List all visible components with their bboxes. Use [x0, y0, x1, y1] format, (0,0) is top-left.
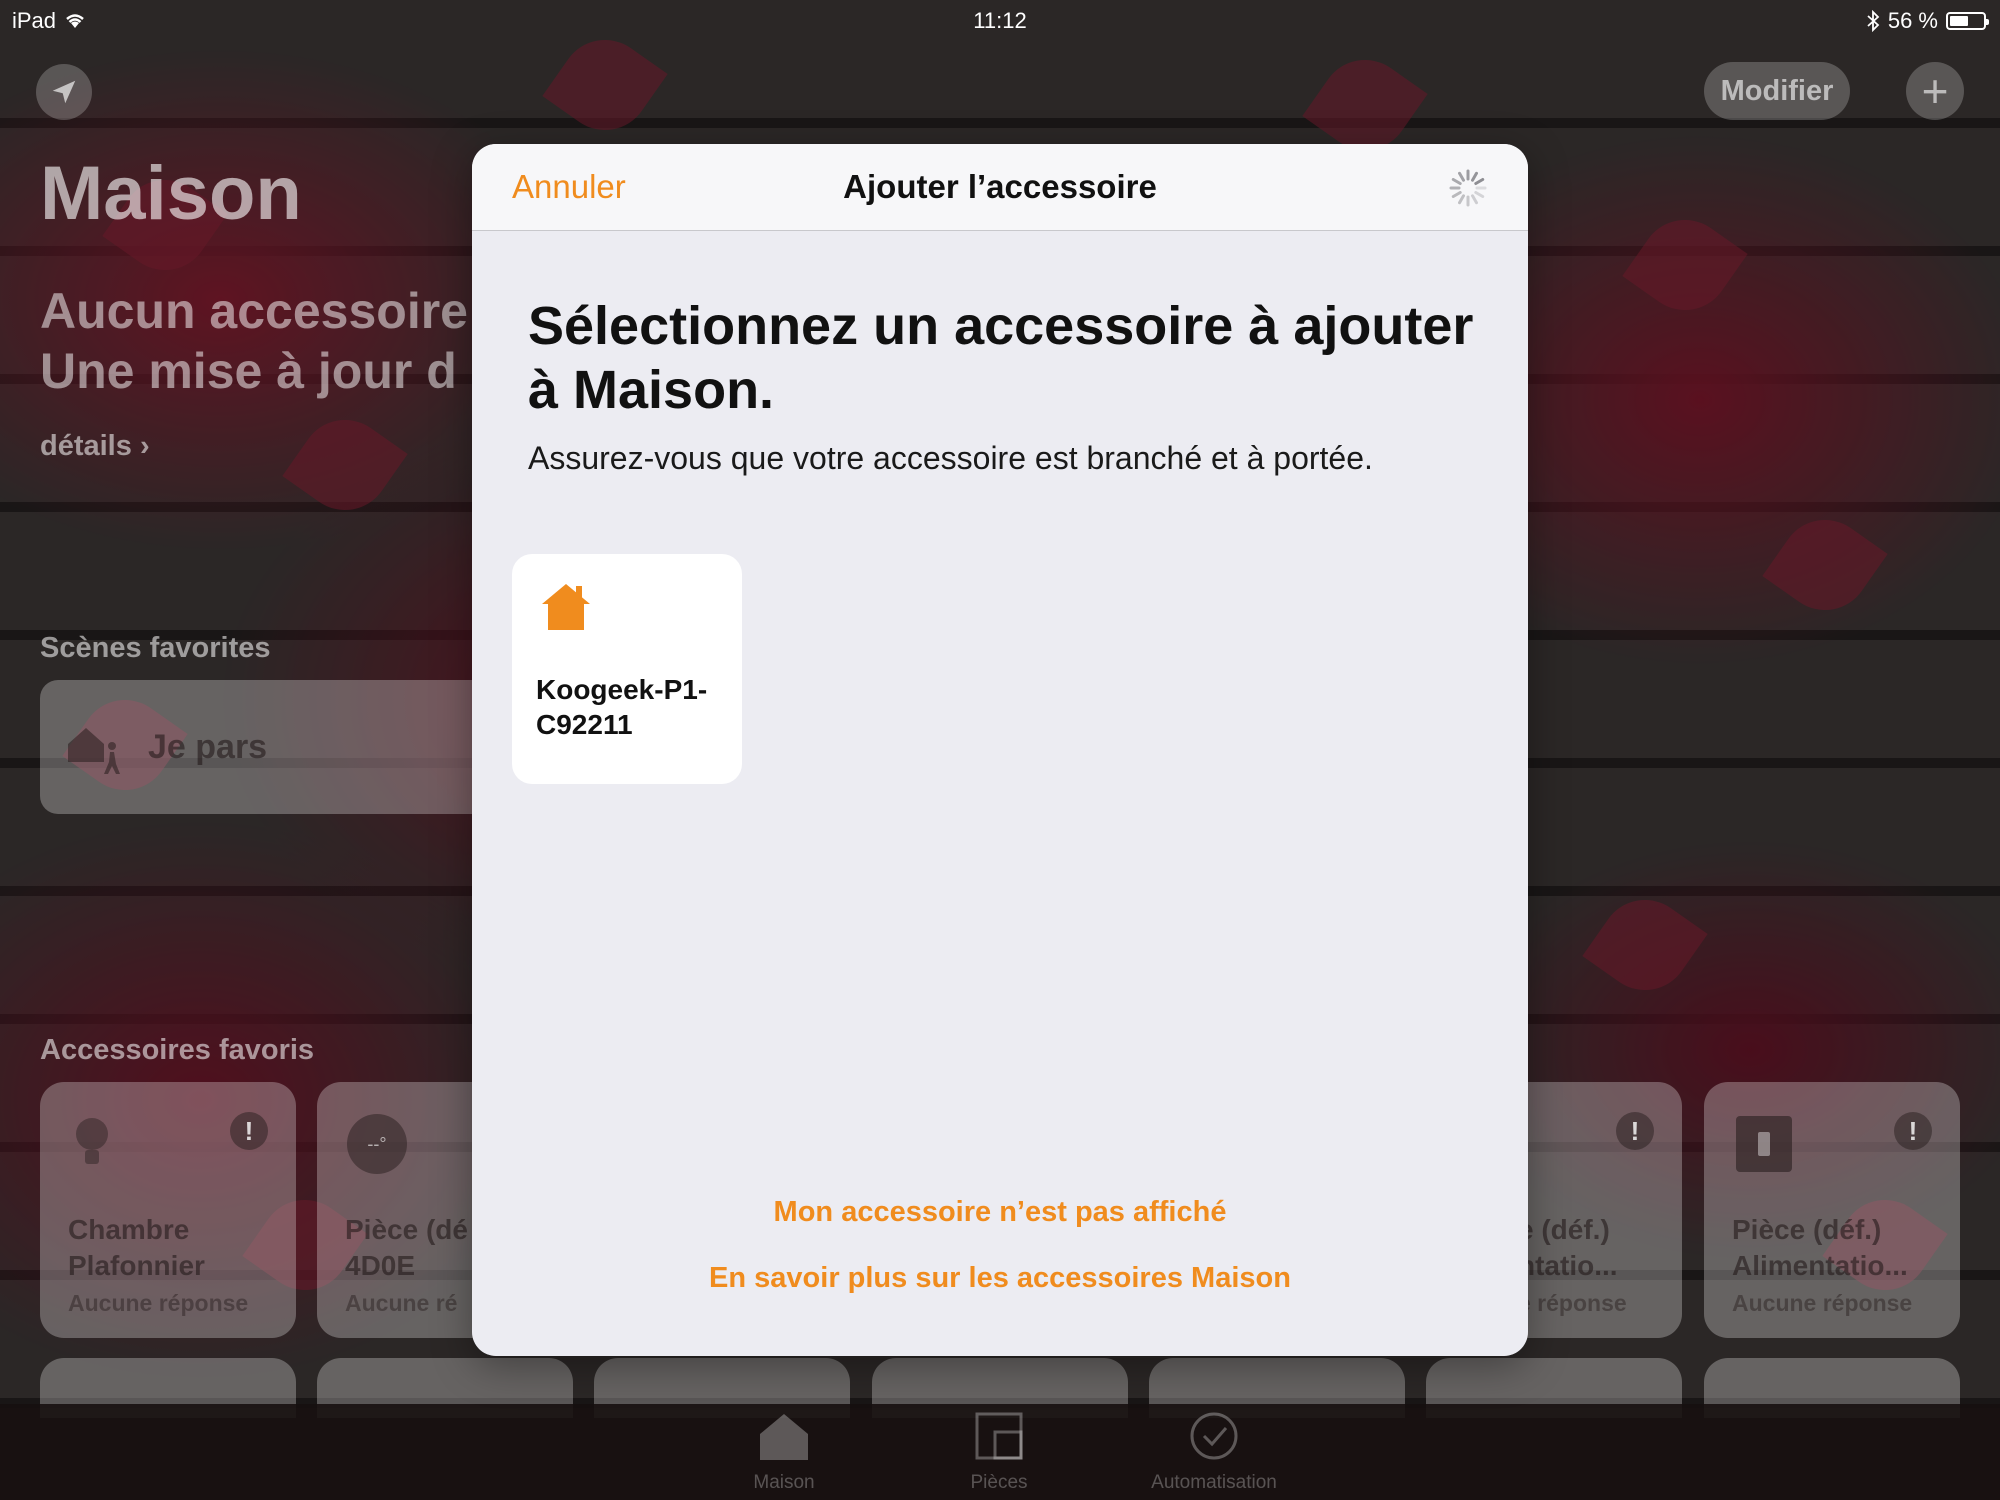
favorite-accessories-title: Accessoires favoris: [40, 1034, 315, 1066]
modal-heading: Sélectionnez un accessoire à ajouter à M…: [528, 296, 1474, 420]
accessory-tile[interactable]: ! Pièce (déf.) Alimentatio... Aucune répo…: [1704, 1082, 1960, 1338]
accessory-name: e (déf.) ntatio...: [1518, 1214, 1618, 1281]
outlet-icon: [1736, 1116, 1792, 1172]
warning-icon: !: [1616, 1112, 1654, 1150]
clock: 11:12: [973, 8, 1027, 33]
status-line-2: Une mise à jour d: [40, 343, 457, 399]
learn-more-link[interactable]: En savoir plus sur les accessoires Maiso…: [472, 1262, 1528, 1295]
accessory-state: Aucune ré: [345, 1290, 458, 1316]
svg-text:--°: --°: [367, 1134, 386, 1154]
accessory-state: Aucune réponse: [1732, 1290, 1913, 1316]
battery-percent: 56 %: [1887, 8, 1938, 33]
modal-title: Ajouter l’accessoire: [843, 168, 1157, 205]
tab-label: Automatisation: [1151, 1472, 1277, 1493]
status-line-1: Aucun accessoire: [40, 283, 468, 339]
details-link-label: détails: [40, 430, 132, 462]
page-title: Maison: [40, 151, 302, 236]
lightbulb-icon: [76, 1118, 108, 1164]
accessory-name: Koogeek-P1-C92211: [536, 674, 708, 740]
tab-label: Pièces: [970, 1472, 1028, 1493]
scene-label: Je pars: [148, 728, 268, 766]
details-link[interactable]: détails ›: [40, 430, 150, 463]
modal-header: Annuler Ajouter l’accessoire: [472, 144, 1528, 231]
tab-pieces[interactable]: Pièces: [899, 1410, 1099, 1494]
tab-automatisation[interactable]: Automatisation: [1114, 1410, 1314, 1494]
home-icon: [542, 584, 590, 630]
add-button[interactable]: +: [1906, 62, 1964, 120]
accessory-state: Aucune réponse: [68, 1290, 249, 1316]
accessory-tile[interactable]: ! Chambre Plafonnier Aucune réponse: [40, 1082, 296, 1338]
battery-icon: [1946, 12, 1989, 30]
accessory-state: e réponse: [1518, 1290, 1627, 1316]
accessory-card[interactable]: Koogeek-P1-C92211: [512, 554, 742, 784]
modal-subtext: Assurez-vous que votre accessoire est br…: [528, 440, 1373, 476]
tab-maison[interactable]: Maison: [684, 1410, 884, 1494]
tab-bar: Maison Pièces Automatisation: [0, 1404, 2000, 1500]
loading-spinner-icon: [1449, 169, 1487, 207]
modify-button[interactable]: Modifier: [1704, 62, 1850, 120]
home-leave-icon: [68, 728, 120, 774]
add-accessory-modal: Annuler Ajouter l’accessoire Sélectionne…: [472, 144, 1528, 1356]
automation-tab-icon: [1190, 1412, 1238, 1460]
accessory-not-shown-link[interactable]: Mon accessoire n’est pas affiché: [472, 1196, 1528, 1229]
chevron-right-icon: ›: [139, 430, 150, 462]
rooms-tab-icon: [975, 1412, 1023, 1460]
accessory-name: Chambre Plafonnier: [68, 1214, 205, 1281]
favorite-scenes-title: Scènes favorites: [40, 632, 271, 664]
accessory-name: Pièce (déf.) Alimentatio...: [1732, 1214, 1908, 1281]
home-tab-icon: [760, 1414, 808, 1460]
bluetooth-icon: [1867, 10, 1880, 32]
warning-icon: !: [230, 1112, 268, 1150]
tab-label: Maison: [753, 1472, 815, 1493]
location-button[interactable]: [36, 64, 92, 120]
status-bar: iPad 11:12 56 %: [0, 0, 2000, 40]
location-arrow-icon: [52, 80, 76, 104]
thermometer-icon: --°: [347, 1114, 407, 1174]
warning-icon: !: [1894, 1112, 1932, 1150]
